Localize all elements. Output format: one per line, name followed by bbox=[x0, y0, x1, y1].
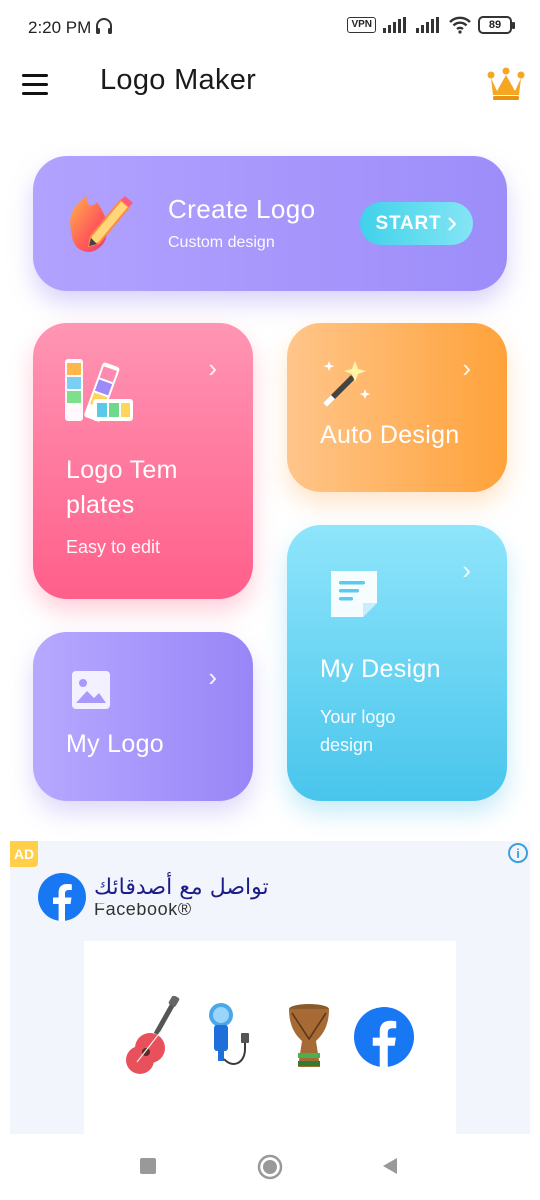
auto-design-title: Auto Design bbox=[320, 421, 460, 449]
guitar-icon bbox=[126, 996, 180, 1074]
home-button[interactable] bbox=[257, 1154, 283, 1180]
status-time: 2:20 PM bbox=[28, 18, 92, 37]
microphone-icon bbox=[209, 1003, 249, 1065]
ad-brand: Facebook® bbox=[94, 903, 192, 917]
chevron-right-icon: › bbox=[208, 353, 217, 383]
my-design-card[interactable]: › My Design Your logo design bbox=[287, 525, 507, 801]
app-bar: Logo Maker bbox=[0, 48, 540, 120]
chevron-right-icon: › bbox=[462, 353, 471, 383]
app-screen: 2:20 PM VPN 89 Logo Maker Create Logo Cu… bbox=[0, 0, 540, 1200]
my-logo-card[interactable]: › My Logo bbox=[33, 632, 253, 801]
my-design-subtitle: Your logo design bbox=[320, 707, 396, 755]
ad-badge: AD bbox=[10, 841, 38, 867]
back-button[interactable] bbox=[380, 1156, 400, 1176]
my-design-title: My Design bbox=[320, 655, 441, 683]
create-logo-card[interactable]: Create Logo Custom design START bbox=[33, 156, 507, 291]
menu-icon-line bbox=[22, 82, 48, 86]
document-icon bbox=[331, 571, 377, 617]
ad-banner[interactable]: AD i تواصل مع أصدقائك Facebook® bbox=[10, 841, 530, 1134]
crown-icon[interactable] bbox=[486, 66, 526, 102]
color-swatch-icon bbox=[65, 359, 133, 422]
system-nav-bar bbox=[0, 1134, 540, 1200]
image-icon bbox=[72, 671, 110, 709]
battery-indicator: 89 bbox=[478, 16, 515, 34]
chevron-right-icon bbox=[448, 216, 458, 231]
headset-icon bbox=[96, 18, 112, 34]
create-logo-subtitle: Custom design bbox=[168, 234, 275, 251]
menu-icon-line bbox=[22, 73, 48, 77]
auto-design-card[interactable]: › Auto Design bbox=[287, 323, 507, 492]
facebook-icon bbox=[354, 1007, 414, 1067]
status-bar: 2:20 PM VPN 89 bbox=[0, 0, 540, 48]
signal-icon bbox=[383, 17, 406, 33]
wifi-icon bbox=[449, 16, 471, 34]
pencil-flame-icon bbox=[70, 196, 133, 253]
start-button[interactable]: START bbox=[360, 202, 473, 245]
drum-icon bbox=[289, 1004, 329, 1067]
status-icons: VPN 89 bbox=[347, 16, 515, 34]
recents-button[interactable] bbox=[138, 1156, 158, 1176]
logo-templates-subtitle: Easy to edit bbox=[66, 537, 161, 557]
facebook-icon[interactable] bbox=[38, 873, 86, 921]
start-button-label: START bbox=[375, 212, 442, 234]
ad-headline: تواصل مع أصدقائك bbox=[94, 875, 269, 900]
my-logo-title: My Logo bbox=[66, 730, 164, 758]
chevron-right-icon: › bbox=[208, 662, 217, 692]
magic-wand-icon bbox=[323, 361, 371, 407]
menu-icon-line bbox=[22, 91, 48, 95]
info-icon[interactable]: i bbox=[508, 843, 528, 863]
vpn-badge: VPN bbox=[347, 17, 376, 33]
app-title: Logo Maker bbox=[100, 64, 257, 96]
create-logo-title: Create Logo bbox=[168, 194, 316, 224]
chevron-right-icon: › bbox=[462, 555, 471, 585]
menu-button[interactable] bbox=[22, 68, 54, 100]
ad-image[interactable] bbox=[84, 941, 456, 1134]
logo-templates-card[interactable]: › Logo Tem plates Easy to edit bbox=[33, 323, 253, 599]
signal-icon-2 bbox=[416, 17, 439, 33]
logo-templates-title: Logo Tem plates bbox=[66, 456, 178, 519]
